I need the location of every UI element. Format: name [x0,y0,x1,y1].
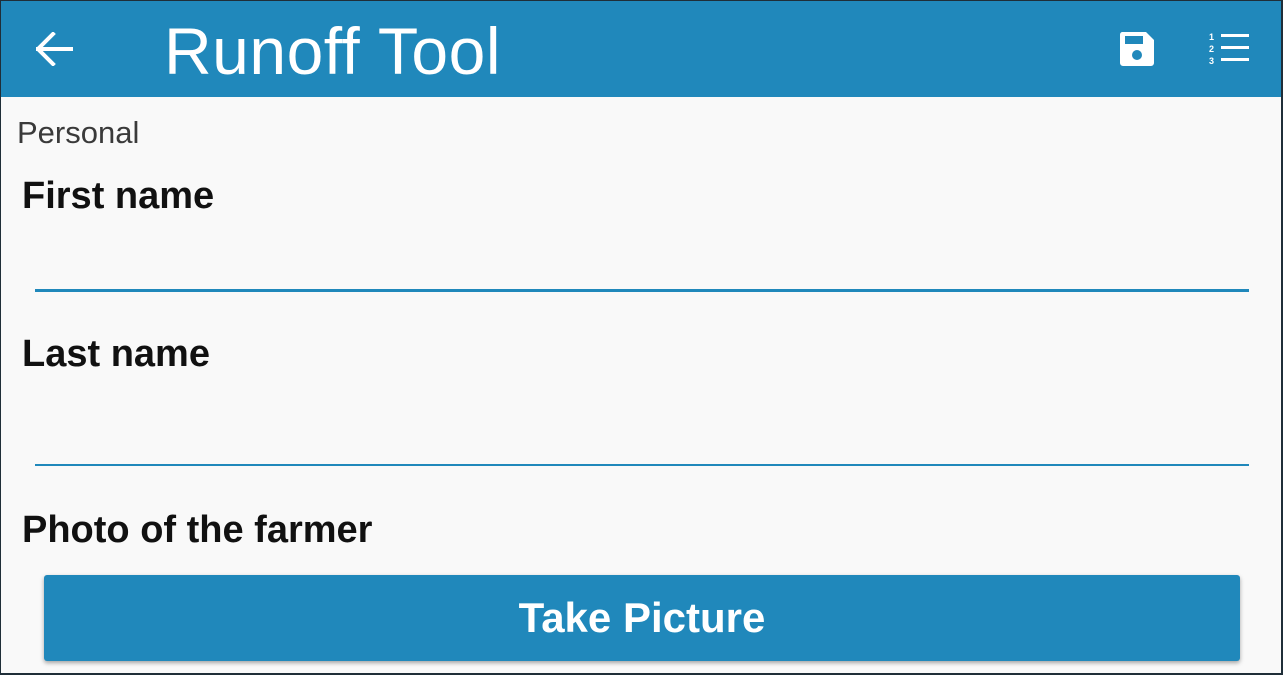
svg-text:1: 1 [1209,32,1214,42]
save-button[interactable] [1111,25,1163,77]
take-picture-button[interactable]: Take Picture [44,575,1240,661]
section-label: Personal [17,115,140,150]
numbered-list-icon: 1 2 3 [1208,31,1250,72]
app-screen: Runoff Tool 1 2 3 Personal First name La… [1,1,1281,673]
svg-text:2: 2 [1209,44,1214,54]
save-icon [1118,30,1156,73]
arrow-left-icon [35,30,74,71]
app-bar: Runoff Tool 1 2 3 [1,1,1281,97]
last-name-field[interactable] [35,419,1249,463]
app-title: Runoff Tool [164,14,501,88]
first-name-field[interactable] [35,243,1249,287]
photo-label: Photo of the farmer [22,509,373,551]
first-name-underline [35,289,1249,292]
last-name-underline [35,464,1249,466]
last-name-label: Last name [22,333,210,375]
svg-text:3: 3 [1209,56,1214,66]
first-name-label: First name [22,175,215,217]
back-button[interactable] [31,27,79,75]
list-button[interactable]: 1 2 3 [1203,25,1255,77]
